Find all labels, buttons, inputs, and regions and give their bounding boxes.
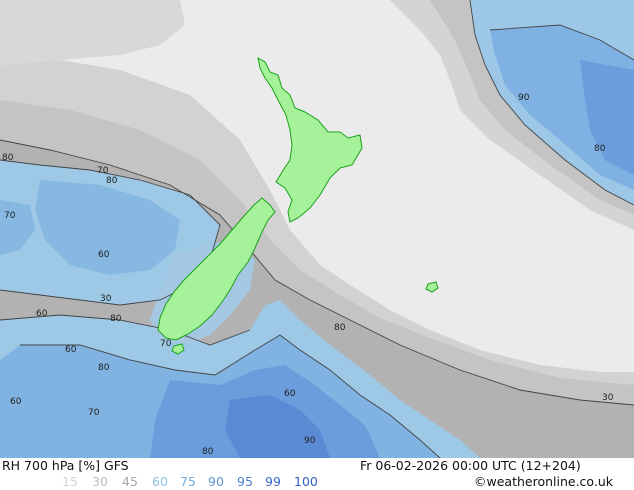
map-title: RH 700 hPa [%] GFS xyxy=(2,458,129,473)
contour-label: 80 xyxy=(594,144,606,154)
legend-item: 30 xyxy=(92,474,108,489)
contour-label: 80 xyxy=(106,176,118,186)
legend-item: 95 xyxy=(237,474,253,489)
valid-time: Fr 06-02-2026 00:00 UTC (12+204) xyxy=(360,458,581,473)
map-footer: RH 700 hPa [%] GFS Fr 06-02-2026 00:00 U… xyxy=(0,458,634,490)
legend-item: 75 xyxy=(180,474,196,489)
legend-item: 45 xyxy=(122,474,138,489)
contour-label: 60 xyxy=(98,250,110,260)
legend-item: 100 xyxy=(294,474,318,489)
contour-label: 30 xyxy=(602,393,614,403)
contour-label: 90 xyxy=(518,93,530,103)
contour-label: 60 xyxy=(65,345,77,355)
rh-map: 90 80 70 80 70 30 60 80 60 80 70 60 80 6… xyxy=(0,0,634,458)
contour-label: 60 xyxy=(36,309,48,319)
legend-item: 90 xyxy=(208,474,224,489)
map-panel: 90 80 70 80 70 30 60 80 60 80 70 60 80 6… xyxy=(0,0,634,458)
contour-label: 70 xyxy=(160,339,172,349)
contour-label: 80 xyxy=(2,153,14,163)
credit-link[interactable]: ©weatheronline.co.uk xyxy=(474,474,613,489)
contour-label: 70 xyxy=(88,408,100,418)
contour-label: 80 xyxy=(110,314,122,324)
legend-item: 15 xyxy=(62,474,78,489)
contour-label: 60 xyxy=(10,397,22,407)
contour-label: 80 xyxy=(202,447,214,457)
contour-label: 30 xyxy=(100,294,112,304)
contour-label: 70 xyxy=(97,166,109,176)
contour-label: 80 xyxy=(334,323,346,333)
contour-label: 70 xyxy=(4,211,16,221)
contour-label: 90 xyxy=(304,436,316,446)
contour-label: 60 xyxy=(284,389,296,399)
legend-item: 99 xyxy=(265,474,281,489)
contour-label: 80 xyxy=(98,363,110,373)
legend-item: 60 xyxy=(152,474,168,489)
